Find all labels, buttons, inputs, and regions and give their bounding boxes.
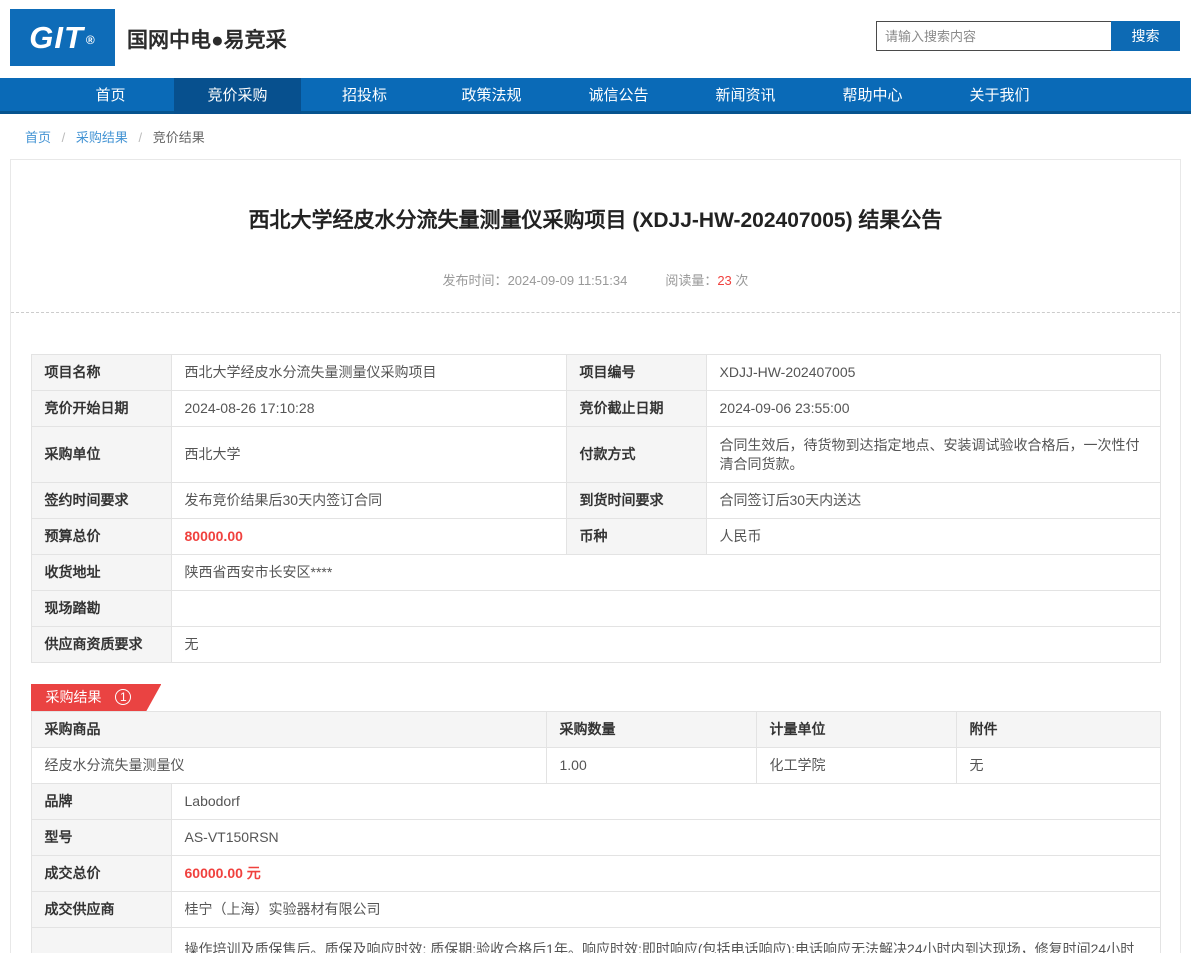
site-logo[interactable]: GIT ® bbox=[10, 9, 115, 66]
views-label: 阅读量： bbox=[665, 273, 718, 288]
announcement-card: 西北大学经皮水分流失量测量仪采购项目 (XDJJ-HW-202407005) 结… bbox=[10, 159, 1181, 953]
value-unit: 化工学院 bbox=[755, 747, 957, 784]
table-row: 质保及售后服务 操作培训及质保售后。质保及响应时效: 质保期:验收合格后1年。响… bbox=[30, 927, 1161, 953]
table-row: 成交供应商 桂宁（上海）实验器材有限公司 bbox=[30, 891, 1161, 928]
label-brand: 品牌 bbox=[30, 783, 172, 820]
table-row: 收货地址 陕西省西安市长安区**** bbox=[30, 554, 1161, 591]
nav-item-tendering[interactable]: 招投标 bbox=[301, 78, 428, 114]
label-budget-total: 预算总价 bbox=[30, 518, 172, 555]
value-purchasing-unit: 西北大学 bbox=[170, 426, 567, 483]
value-winning-supplier: 桂宁（上海）实验器材有限公司 bbox=[170, 891, 1161, 928]
label-project-number: 项目编号 bbox=[565, 354, 707, 391]
result-count-badge: 1 bbox=[115, 689, 131, 705]
value-bid-end-date: 2024-09-06 23:55:00 bbox=[705, 390, 1161, 427]
label-model: 型号 bbox=[30, 819, 172, 856]
table-row: 采购单位 西北大学 付款方式 合同生效后，待货物到达指定地点、安装调试验收合格后… bbox=[30, 426, 1161, 483]
label-project-name: 项目名称 bbox=[30, 354, 172, 391]
value-delivery-time: 合同签订后30天内送达 bbox=[705, 482, 1161, 519]
dashed-divider bbox=[11, 312, 1180, 313]
table-row: 预算总价 80000.00 币种 人民币 bbox=[30, 518, 1161, 555]
label-site-survey: 现场踏勘 bbox=[30, 590, 172, 627]
label-purchasing-unit: 采购单位 bbox=[30, 426, 172, 483]
nav-item-policies[interactable]: 政策法规 bbox=[428, 78, 555, 114]
result-tab-label: 采购结果 bbox=[45, 689, 102, 705]
table-row: 型号 AS-VT150RSN bbox=[30, 819, 1161, 856]
value-budget-total: 80000.00 bbox=[170, 518, 567, 555]
label-winning-supplier: 成交供应商 bbox=[30, 891, 172, 928]
views-unit: 次 bbox=[735, 273, 749, 288]
main-navigation: 首页 竞价采购 招投标 政策法规 诚信公告 新闻资讯 帮助中心 关于我们 bbox=[0, 78, 1191, 114]
nav-item-bidding-procurement[interactable]: 竞价采购 bbox=[174, 78, 301, 114]
value-currency: 人民币 bbox=[705, 518, 1161, 555]
nav-item-integrity-notice[interactable]: 诚信公告 bbox=[555, 78, 682, 114]
value-site-survey bbox=[170, 590, 1161, 627]
project-info-table: 项目名称 西北大学经皮水分流失量测量仪采购项目 项目编号 XDJJ-HW-202… bbox=[30, 354, 1161, 663]
nav-item-home[interactable]: 首页 bbox=[47, 78, 174, 114]
result-section-header: 采购结果 1 bbox=[31, 684, 1161, 711]
table-row: 现场踏勘 bbox=[30, 590, 1161, 627]
article-meta: 发布时间：2024-09-09 11:51:34 阅读量：23 次 bbox=[11, 270, 1180, 289]
breadcrumb-home[interactable]: 首页 bbox=[25, 130, 51, 145]
table-row: 成交总价 60000.00 元 bbox=[30, 855, 1161, 892]
value-product: 经皮水分流失量测量仪 bbox=[30, 747, 547, 784]
value-payment-method: 合同生效后，待货物到达指定地点、安装调试验收合格后，一次性付清合同货款。 bbox=[705, 426, 1161, 483]
table-row: 供应商资质要求 无 bbox=[30, 626, 1161, 663]
site-title: 国网中电●易竞采 bbox=[127, 29, 287, 52]
value-quantity: 1.00 bbox=[545, 747, 757, 784]
breadcrumb-separator: / bbox=[61, 130, 66, 145]
value-delivery-address: 陕西省西安市长安区**** bbox=[170, 554, 1161, 591]
search-bar: 搜索 bbox=[876, 21, 1180, 51]
breadcrumb: 首页 / 采购结果 / 竞价结果 bbox=[0, 114, 1191, 158]
breadcrumb-separator: / bbox=[138, 130, 143, 145]
value-model: AS-VT150RSN bbox=[170, 819, 1161, 856]
nav-item-help-center[interactable]: 帮助中心 bbox=[809, 78, 936, 114]
site-header: GIT® 国网中电●易竞采 搜索 bbox=[0, 0, 1191, 78]
label-warranty-service: 质保及售后服务 bbox=[30, 927, 172, 953]
procurement-result-table: 采购商品 采购数量 计量单位 附件 经皮水分流失量测量仪 1.00 化工学院 无… bbox=[30, 711, 1161, 953]
table-header-row: 采购商品 采购数量 计量单位 附件 bbox=[30, 711, 1161, 748]
views-count: 23 bbox=[717, 273, 732, 288]
table-row: 品牌 Labodorf bbox=[30, 783, 1161, 820]
table-row: 竞价开始日期 2024-08-26 17:10:28 竞价截止日期 2024-0… bbox=[30, 390, 1161, 427]
procurement-result-tab: 采购结果 1 bbox=[31, 684, 162, 711]
value-supplier-qualification: 无 bbox=[170, 626, 1161, 663]
nav-item-news[interactable]: 新闻资讯 bbox=[682, 78, 809, 114]
nav-item-about-us[interactable]: 关于我们 bbox=[936, 78, 1063, 114]
label-bid-start-date: 竞价开始日期 bbox=[30, 390, 172, 427]
table-row: 签约时间要求 发布竞价结果后30天内签订合同 到货时间要求 合同签订后30天内送… bbox=[30, 482, 1161, 519]
value-brand: Labodorf bbox=[170, 783, 1161, 820]
header-quantity: 采购数量 bbox=[545, 711, 757, 748]
header-product: 采购商品 bbox=[30, 711, 547, 748]
value-project-name: 西北大学经皮水分流失量测量仪采购项目 bbox=[170, 354, 567, 391]
label-payment-method: 付款方式 bbox=[565, 426, 707, 483]
value-bid-start-date: 2024-08-26 17:10:28 bbox=[170, 390, 567, 427]
publish-time-value: 2024-09-09 11:51:34 bbox=[507, 273, 628, 288]
label-supplier-qualification: 供应商资质要求 bbox=[30, 626, 172, 663]
search-input[interactable] bbox=[876, 21, 1111, 51]
value-attachment: 无 bbox=[955, 747, 1161, 784]
value-warranty-service: 操作培训及质保售后。质保及响应时效: 质保期:验收合格后1年。响应时效:即时响应… bbox=[170, 927, 1161, 953]
value-signing-time: 发布竞价结果后30天内签订合同 bbox=[170, 482, 567, 519]
value-deal-total-price: 60000.00 元 bbox=[170, 855, 1161, 892]
label-deal-total-price: 成交总价 bbox=[30, 855, 172, 892]
publish-time-label: 发布时间： bbox=[442, 273, 508, 288]
label-bid-end-date: 竞价截止日期 bbox=[565, 390, 707, 427]
search-button[interactable]: 搜索 bbox=[1111, 21, 1180, 51]
logo-text: GIT bbox=[29, 19, 84, 55]
table-row: 经皮水分流失量测量仪 1.00 化工学院 无 bbox=[30, 747, 1161, 784]
header-unit: 计量单位 bbox=[755, 711, 957, 748]
header-attachment: 附件 bbox=[955, 711, 1161, 748]
value-project-number: XDJJ-HW-202407005 bbox=[705, 354, 1161, 391]
label-delivery-address: 收货地址 bbox=[30, 554, 172, 591]
page-title: 西北大学经皮水分流失量测量仪采购项目 (XDJJ-HW-202407005) 结… bbox=[248, 209, 943, 232]
label-signing-time: 签约时间要求 bbox=[30, 482, 172, 519]
table-row: 项目名称 西北大学经皮水分流失量测量仪采购项目 项目编号 XDJJ-HW-202… bbox=[30, 354, 1161, 391]
label-currency: 币种 bbox=[565, 518, 707, 555]
breadcrumb-current-bidding-results: 竞价结果 bbox=[152, 130, 205, 145]
registered-mark-icon: ® bbox=[85, 32, 96, 47]
label-delivery-time: 到货时间要求 bbox=[565, 482, 707, 519]
breadcrumb-procurement-results[interactable]: 采购结果 bbox=[76, 130, 128, 145]
